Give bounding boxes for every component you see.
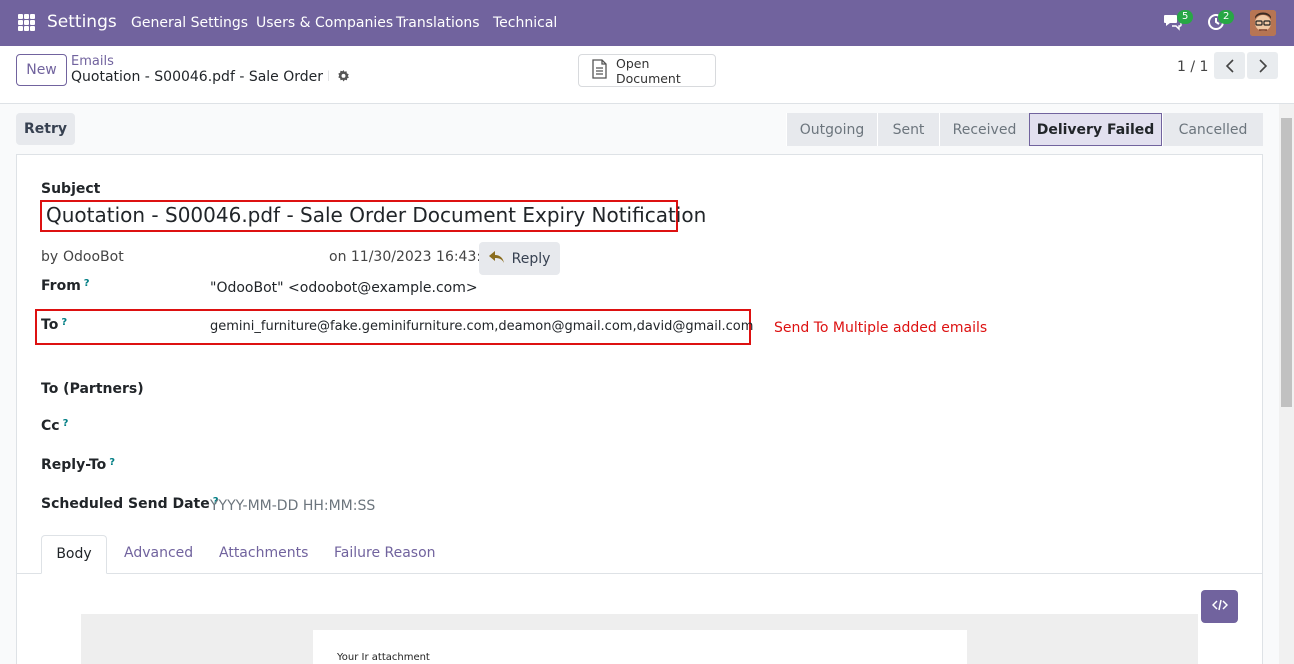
stage-cancelled[interactable]: Cancelled: [1162, 113, 1263, 146]
breadcrumb-current-record: Quotation - S00046.pdf - Sale Order D...: [71, 69, 329, 85]
user-avatar[interactable]: [1250, 10, 1276, 36]
open-document-button[interactable]: Open Document: [578, 54, 716, 87]
pager-value[interactable]: 1 / 1: [1177, 59, 1208, 75]
by-label: by: [41, 249, 59, 265]
menu-translations[interactable]: Translations: [396, 15, 480, 31]
document-icon: [591, 59, 608, 82]
reply-arrow-icon: [488, 250, 505, 267]
tab-attachments[interactable]: Attachments: [219, 535, 308, 574]
control-panel: New Emails Quotation - S00046.pdf - Sale…: [0, 46, 1294, 104]
from-label: From?: [41, 278, 90, 294]
open-document-label: Open Document: [616, 55, 681, 86]
retry-button[interactable]: Retry: [16, 113, 75, 145]
to-value[interactable]: gemini_furniture@fake.geminifurniture.co…: [210, 319, 753, 334]
body-preview-text: Your Ir attachment: [337, 652, 430, 663]
code-view-button[interactable]: [1201, 590, 1238, 623]
menu-technical[interactable]: Technical: [493, 15, 557, 31]
stage-outgoing[interactable]: Outgoing: [786, 113, 877, 146]
reply-button[interactable]: Reply: [479, 242, 560, 275]
activities-count-badge: 2: [1218, 10, 1235, 24]
scheduled-send-date-input[interactable]: YYYY-MM-DD HH:MM:SS: [210, 498, 375, 514]
new-button[interactable]: New: [16, 54, 67, 86]
tab-body[interactable]: Body: [41, 535, 107, 574]
author-name[interactable]: OdooBot: [63, 249, 124, 265]
breadcrumb-emails[interactable]: Emails: [71, 54, 114, 69]
stage-sent[interactable]: Sent: [877, 113, 939, 146]
messages-count-badge: 5: [1177, 10, 1194, 24]
menu-users-companies[interactable]: Users & Companies: [256, 15, 393, 31]
from-help-icon[interactable]: ?: [84, 278, 90, 289]
annotation-text: Send To Multiple added emails: [774, 320, 988, 336]
stage-received[interactable]: Received: [939, 113, 1029, 146]
pager-next-icon[interactable]: [1247, 52, 1278, 79]
body-preview-paper: Your Ir attachment: [313, 630, 967, 664]
reply-label: Reply: [511, 250, 551, 267]
message-date: on 11/30/2023 16:43:16: [329, 249, 499, 265]
from-value[interactable]: "OdooBot" <odoobot@example.com>: [210, 280, 478, 296]
pager-previous-icon[interactable]: [1214, 52, 1245, 79]
cc-label: Cc?: [41, 418, 69, 434]
menu-general-settings[interactable]: General Settings: [131, 15, 248, 31]
subject-value: Quotation - S00046.pdf - Sale Order Docu…: [46, 203, 707, 227]
stage-delivery-failed[interactable]: Delivery Failed: [1029, 113, 1162, 146]
scheduled-send-date-label: Scheduled Send Date?: [41, 496, 219, 512]
to-partners-label: To (Partners): [41, 381, 144, 397]
to-label: To?: [41, 317, 68, 333]
top-navbar: Settings General Settings Users & Compan…: [0, 0, 1294, 46]
subject-label: Subject: [41, 181, 101, 197]
app-name[interactable]: Settings: [47, 12, 117, 32]
code-icon: [1211, 599, 1228, 615]
to-help-icon[interactable]: ?: [61, 317, 67, 328]
reply-to-label: Reply-To?: [41, 457, 116, 473]
page-scrollbar-thumb[interactable]: [1281, 118, 1292, 407]
apps-menu-icon[interactable]: [18, 14, 35, 31]
cc-help-icon[interactable]: ?: [63, 418, 69, 429]
status-bar: Outgoing Sent Received Delivery Failed C…: [786, 113, 1263, 146]
reply-to-help-icon[interactable]: ?: [109, 457, 115, 468]
tabs-divider: [17, 573, 1262, 574]
tab-failure-reason[interactable]: Failure Reason: [334, 535, 436, 574]
tab-advanced[interactable]: Advanced: [124, 535, 193, 574]
gear-icon[interactable]: [337, 70, 350, 87]
